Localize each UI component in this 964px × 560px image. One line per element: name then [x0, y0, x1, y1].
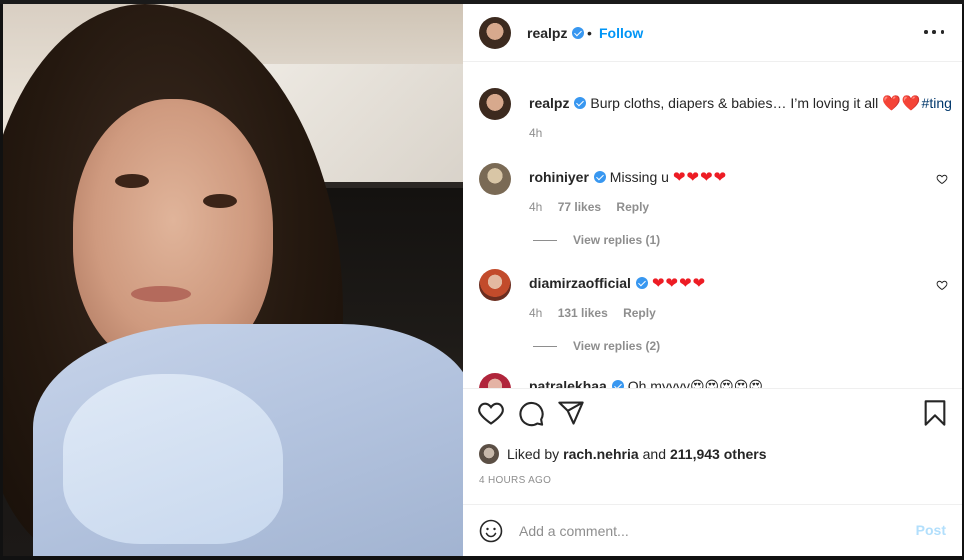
action-bar: [463, 388, 962, 436]
comment-emoji: 😍😍😍😍😍: [689, 378, 763, 388]
verified-badge-icon: [572, 27, 585, 39]
verified-badge-icon: [593, 171, 606, 183]
bookmark-icon[interactable]: [921, 399, 949, 427]
comment-meta: 4h 77 likes Reply: [529, 200, 661, 214]
caption-hashtag[interactable]: #ting: [922, 95, 952, 111]
comment-time: 4h: [529, 306, 543, 320]
comment-text: patralekhaa Oh myyyy😍😍😍😍😍: [529, 378, 763, 388]
more-options-icon[interactable]: [924, 22, 944, 42]
comment-avatar[interactable]: [479, 163, 511, 195]
caption-time: 4h: [529, 126, 543, 140]
follow-button[interactable]: Follow: [599, 25, 643, 41]
photo-eye-left: [115, 174, 149, 188]
comment-text: diamirzaofficial ❤❤❤❤: [529, 274, 706, 292]
comment-body: Missing u: [609, 169, 669, 185]
comment-icon[interactable]: [517, 399, 545, 427]
comment-input[interactable]: [519, 521, 879, 541]
caption-username[interactable]: realpz: [529, 95, 569, 111]
post-comment-button[interactable]: Post: [916, 522, 946, 538]
caption-author-avatar[interactable]: [479, 88, 511, 120]
post-timestamp[interactable]: 4 HOURS AGO: [479, 475, 551, 486]
post-modal: realpz • Follow realpz Burp cloths, diap…: [0, 0, 964, 560]
comment-reply-button[interactable]: Reply: [616, 200, 649, 214]
verified-badge-icon: [611, 380, 624, 388]
post-side-panel: realpz • Follow realpz Burp cloths, diap…: [463, 4, 962, 556]
comment-username[interactable]: rohiniyer: [529, 169, 589, 185]
author-username-text[interactable]: realpz: [527, 25, 567, 41]
comment-like-icon[interactable]: [936, 279, 948, 291]
share-icon[interactable]: [557, 399, 585, 427]
verified-badge-icon: [574, 97, 587, 109]
post-photo[interactable]: [3, 4, 463, 556]
photo-mouth: [131, 286, 191, 302]
comment-reply-button[interactable]: Reply: [623, 306, 656, 320]
liked-by-prefix: Liked by: [507, 446, 560, 462]
comment-text: rohiniyer Missing u ❤❤❤❤: [529, 168, 727, 186]
view-replies-label[interactable]: View replies (1): [573, 233, 660, 247]
comment-username[interactable]: diamirzaofficial: [529, 275, 631, 291]
header-separator: •: [587, 25, 592, 41]
comment-like-icon[interactable]: [936, 173, 948, 185]
view-replies-label[interactable]: View replies (2): [573, 339, 660, 353]
liked-by: Liked by rach.nehria and 211,943 others: [479, 442, 771, 466]
view-replies-button[interactable]: View replies (2): [533, 339, 660, 353]
heart-icon[interactable]: [477, 399, 505, 427]
liked-by-user[interactable]: rach.nehria: [563, 446, 638, 462]
caption-text: realpz Burp cloths, diapers & babies… I’…: [529, 94, 952, 112]
comment-avatar[interactable]: [479, 373, 511, 388]
view-replies-button[interactable]: View replies (1): [533, 233, 660, 247]
author-username[interactable]: realpz: [527, 25, 585, 41]
photo-baby: [63, 374, 283, 544]
comment-likes[interactable]: 131 likes: [558, 306, 608, 320]
comment-time: 4h: [529, 200, 543, 214]
comments-list[interactable]: realpz Burp cloths, diapers & babies… I’…: [463, 63, 962, 388]
caption-hearts: ❤️❤️: [882, 95, 922, 112]
comment-avatar[interactable]: [479, 269, 511, 301]
author-avatar[interactable]: [479, 17, 511, 49]
comment-emoji: ❤❤❤❤: [672, 169, 728, 186]
verified-badge-icon: [635, 277, 648, 289]
liked-by-others[interactable]: 211,943 others: [670, 446, 767, 462]
post-header: realpz • Follow: [463, 4, 962, 62]
emoji-icon[interactable]: [479, 519, 503, 543]
view-replies-line: [533, 239, 557, 241]
caption-meta: 4h: [529, 126, 554, 140]
comment-username[interactable]: patralekhaa: [529, 378, 607, 388]
add-comment-bar: Post: [463, 504, 962, 556]
comment-body: Oh myyyy: [627, 378, 690, 388]
photo-eye-right: [203, 194, 237, 208]
comment-likes[interactable]: 77 likes: [558, 200, 601, 214]
comment-emoji: ❤❤❤❤: [651, 275, 707, 292]
liked-by-conjunction: and: [642, 446, 666, 462]
view-replies-line: [533, 345, 557, 347]
comment-meta: 4h 131 likes Reply: [529, 306, 668, 320]
caption-body: Burp cloths, diapers & babies… I’m lovin…: [590, 95, 879, 111]
liker-avatar[interactable]: [479, 444, 499, 464]
